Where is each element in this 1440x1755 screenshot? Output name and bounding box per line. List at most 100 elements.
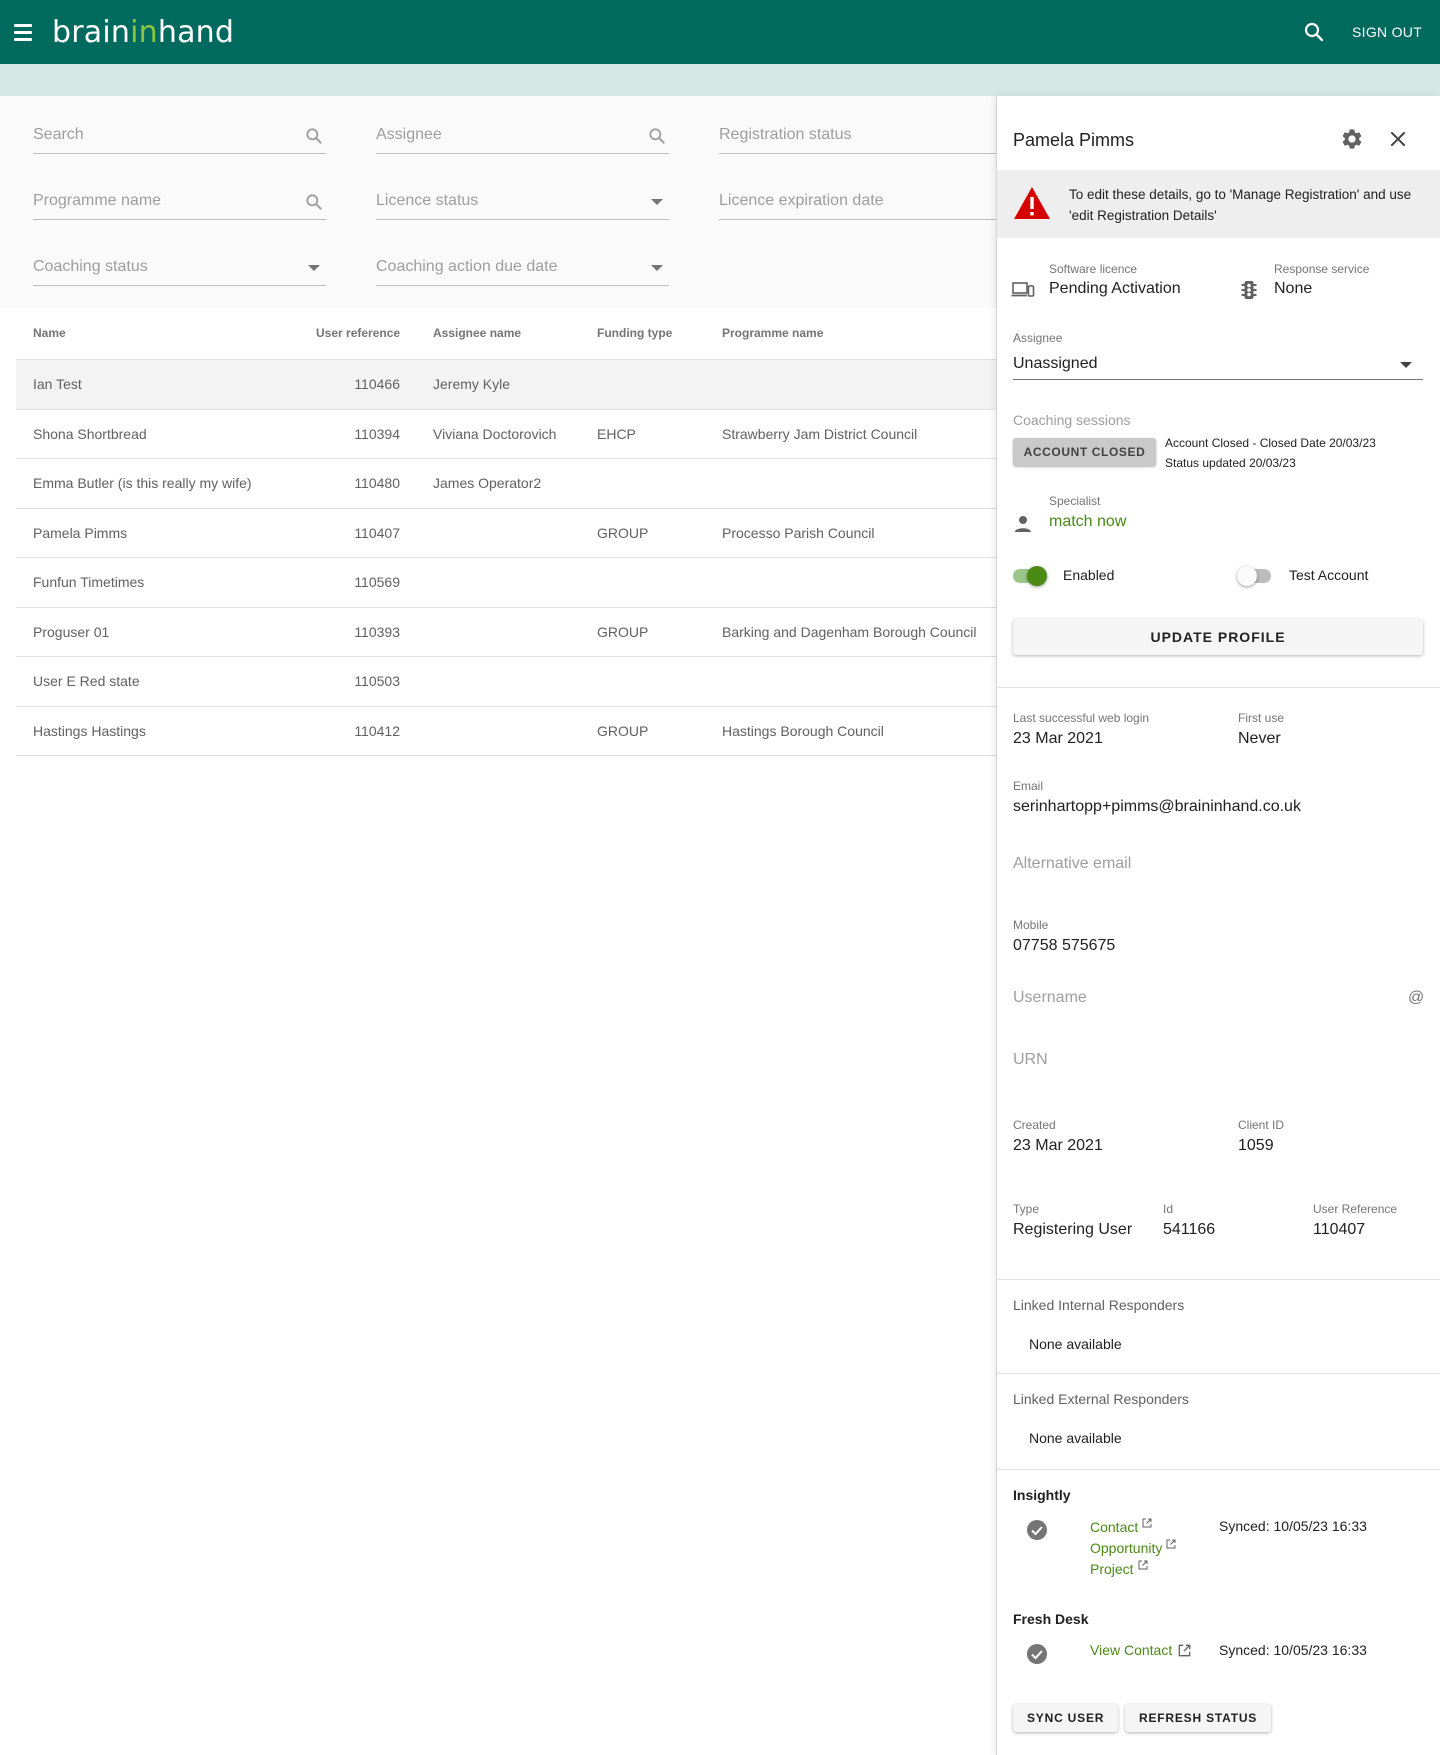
external-link-icon	[1138, 1560, 1148, 1570]
coaching-action-placeholder: Coaching action due date	[376, 258, 558, 275]
linked-external-none: None available	[1029, 1430, 1122, 1446]
cell-ref: 110480	[354, 475, 400, 491]
search-icon[interactable]	[1302, 20, 1326, 44]
coaching-action-due-date-select[interactable]: Coaching action due date	[376, 246, 669, 286]
insightly-contact-link[interactable]: Contact	[1090, 1518, 1152, 1535]
external-link-icon	[1178, 1644, 1191, 1657]
insightly-synced-text: Synced: 10/05/23 16:33	[1219, 1518, 1367, 1534]
logo[interactable]: braininhand	[52, 15, 234, 50]
client-id-label: Client ID	[1238, 1118, 1285, 1132]
update-profile-button[interactable]: UPDATE PROFILE	[1013, 619, 1423, 655]
last-login-value: 23 Mar 2021	[1013, 730, 1103, 747]
test-account-toggle[interactable]	[1237, 566, 1273, 586]
table-row[interactable]: Hastings Hastings 110412 GROUP Hastings Bor…	[16, 706, 1000, 756]
response-service-label: Response service	[1274, 262, 1370, 276]
external-link-icon	[1142, 1518, 1152, 1528]
divider	[997, 1279, 1440, 1280]
programme-name-placeholder: Programme name	[33, 192, 162, 209]
table-row[interactable]: Pamela Pimms 110407 GROUP Processo Parish C…	[16, 508, 1000, 558]
coaching-status-select[interactable]: Coaching status	[33, 246, 326, 286]
enabled-label: Enabled	[1063, 567, 1115, 583]
column-header-funding-type[interactable]: Funding type	[597, 326, 672, 340]
table-row[interactable]: Ian Test 110466 Jeremy Kyle	[16, 360, 1000, 410]
email-value: serinhartopp+pimms@braininhand.co.uk	[1013, 798, 1301, 815]
account-closed-info: Account Closed - Closed Date 20/03/23 St…	[1165, 433, 1376, 473]
status-updated-line: Status updated 20/03/23	[1165, 456, 1296, 470]
specialist-label: Specialist	[1049, 494, 1101, 508]
chevron-down-icon	[308, 265, 320, 271]
table-row[interactable]: Proguser 01 110393 GROUP Barking and Dagenh…	[16, 607, 1000, 657]
search-input[interactable]: Search	[33, 114, 326, 154]
close-icon[interactable]	[1386, 127, 1410, 151]
sync-user-button[interactable]: SYNC USER	[1013, 1704, 1119, 1732]
sign-out-button[interactable]: SIGN OUT	[1340, 18, 1434, 46]
menu-icon[interactable]	[14, 20, 38, 44]
table-body: Ian Test 110466 Jeremy Kyle Shona Shortbrea…	[16, 360, 1000, 756]
created-label: Created	[1013, 1118, 1056, 1132]
chevron-down-icon[interactable]	[1400, 362, 1412, 368]
cell-name: Proguser 01	[33, 623, 110, 640]
mobile-value: 07758 575675	[1013, 937, 1116, 954]
cell-funding: GROUP	[597, 524, 649, 541]
divider	[997, 687, 1440, 688]
cell-ref: 110393	[354, 623, 400, 640]
warning-text: To edit these details, go to 'Manage Reg…	[1069, 187, 1412, 223]
table-row[interactable]: Emma Butler (is this really my wife) 1104…	[16, 459, 1000, 509]
project-link-label: Project	[1090, 1561, 1134, 1577]
refresh-status-button[interactable]: REFRESH STATUS	[1125, 1704, 1272, 1732]
insightly-title: Insightly	[1013, 1487, 1071, 1503]
divider	[997, 1373, 1440, 1374]
chevron-down-icon	[651, 265, 663, 271]
cell-ref: 110412	[354, 722, 400, 739]
gear-icon[interactable]	[1340, 127, 1364, 151]
first-use-label: First use	[1238, 711, 1285, 725]
search-placeholder: Search	[33, 126, 84, 143]
alternative-email-field[interactable]: Alternative email	[1013, 855, 1131, 873]
view-contact-label: View Contact	[1090, 1642, 1173, 1658]
cell-assignee: Jeremy Kyle	[433, 376, 511, 392]
cell-ref: 110503	[354, 673, 400, 689]
column-header-programme-name[interactable]: Programme name	[722, 326, 823, 340]
coaching-sessions-label: Coaching sessions	[1013, 412, 1131, 428]
cell-name: Funfun Timetimes	[33, 574, 145, 590]
licence-status-select[interactable]: Licence status	[376, 180, 669, 220]
registration-status-placeholder: Registration status	[719, 126, 852, 143]
insightly-opportunity-link[interactable]: Opportunity	[1090, 1539, 1176, 1556]
client-id-value: 1059	[1238, 1137, 1274, 1154]
enabled-toggle[interactable]	[1011, 566, 1047, 586]
person-icon	[1015, 516, 1031, 532]
search-icon	[306, 194, 322, 210]
user-detail-panel: Pamela Pimms To edit these details, go t…	[996, 96, 1440, 1755]
urn-field[interactable]: URN	[1013, 1051, 1048, 1069]
table-row[interactable]: Shona Shortbread 110394 Viviana Doctorovic…	[16, 409, 1000, 459]
response-service-value: None	[1274, 280, 1313, 297]
main-content: Search Assignee Registration status Prog…	[0, 96, 1000, 1755]
account-closed-button[interactable]: ACCOUNT CLOSED	[1013, 438, 1156, 466]
assignee-filter-input[interactable]: Assignee	[376, 114, 669, 154]
programme-name-input[interactable]: Programme name	[33, 180, 326, 220]
column-header-user-reference[interactable]: User reference	[316, 326, 400, 340]
table-row[interactable]: Funfun Timetimes 110569	[16, 558, 1000, 608]
linked-external-responders-title: Linked External Responders	[1013, 1391, 1189, 1407]
cell-name: Emma Butler (is this really my wife)	[33, 475, 252, 491]
username-field[interactable]: Username	[1013, 989, 1087, 1007]
assignee-underline	[1013, 379, 1423, 380]
coaching-status-placeholder: Coaching status	[33, 258, 148, 275]
software-licence-value: Pending Activation	[1049, 280, 1181, 297]
cell-programme: Hastings Borough Council	[722, 722, 884, 739]
column-header-name[interactable]: Name	[33, 326, 66, 340]
logo-brain: brain	[52, 14, 131, 50]
linked-internal-none: None available	[1029, 1336, 1122, 1352]
licence-expiration-date-select[interactable]: Licence expiration date	[719, 180, 1000, 220]
cell-name: Pamela Pimms	[33, 524, 128, 541]
freshdesk-view-contact-link[interactable]: View Contact	[1090, 1642, 1191, 1658]
type-label: Type	[1013, 1202, 1040, 1216]
insightly-project-link[interactable]: Project	[1090, 1560, 1148, 1577]
id-label: Id	[1163, 1202, 1174, 1216]
registration-status-select[interactable]: Registration status	[719, 114, 1000, 154]
cell-name: Hastings Hastings	[33, 722, 146, 739]
column-header-assignee-name[interactable]: Assignee name	[433, 326, 521, 340]
table-row[interactable]: User E Red state 110503	[16, 657, 1000, 707]
match-now-link[interactable]: match now	[1049, 513, 1126, 531]
assignee-select[interactable]: Unassigned	[1013, 355, 1098, 373]
